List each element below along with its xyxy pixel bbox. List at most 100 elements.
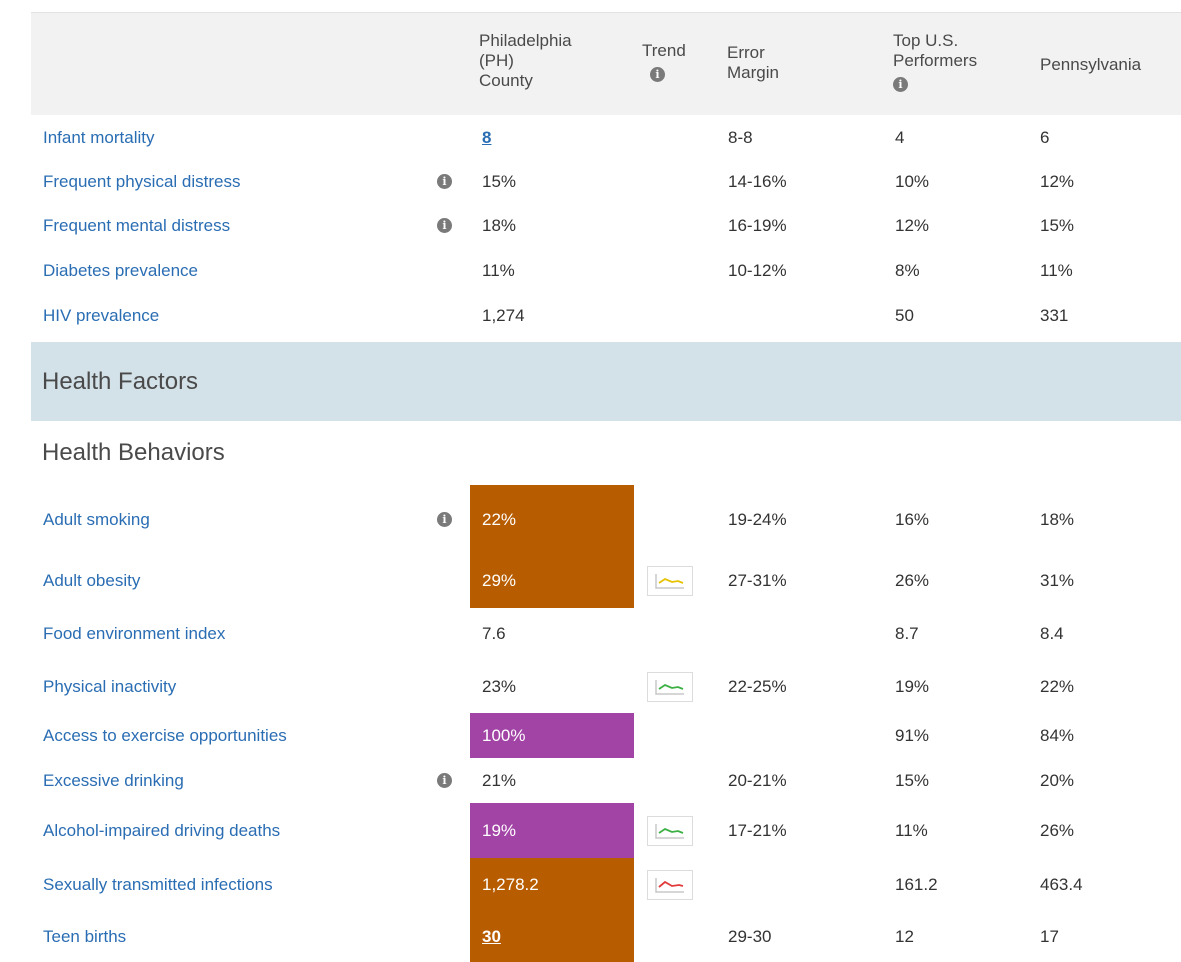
- county-value: 100%: [470, 713, 634, 758]
- measure-link[interactable]: Infant mortality: [43, 115, 155, 160]
- error-margin: 17-21%: [728, 820, 787, 840]
- info-icon[interactable]: i: [893, 77, 908, 92]
- top-performers-value: 10%: [895, 171, 930, 191]
- state-value: 8.4: [1040, 624, 1064, 643]
- table-row: Access to exercise opportunities 100% 91% 8…: [31, 713, 1181, 758]
- county-value: 18%: [482, 215, 517, 235]
- measure-link[interactable]: Adult smoking: [43, 485, 150, 554]
- state-value: 20%: [1040, 770, 1075, 790]
- error-margin: 29-30: [728, 926, 772, 946]
- sparkline-icon[interactable]: [647, 869, 693, 900]
- table-row: Adult obesity 29% 27-31% 26% 31%: [31, 554, 1181, 608]
- county-value: 11%: [482, 260, 515, 280]
- header-trend-label: Trend: [642, 41, 686, 60]
- state-value: 26%: [1040, 820, 1075, 840]
- table-row: Sexually transmitted infections 1,278.2 16…: [31, 858, 1181, 911]
- measure-link[interactable]: Excessive drinking: [43, 758, 184, 803]
- measure-link[interactable]: Diabetes prevalence: [43, 248, 198, 293]
- sparkline-icon[interactable]: [647, 671, 693, 702]
- sparkline-icon[interactable]: [647, 815, 693, 846]
- info-slot: i: [437, 159, 452, 204]
- table-row: Diabetes prevalence 11% 10-12% 8% 11%: [31, 248, 1181, 293]
- table-row: Teen births 30 29-30 12 17: [31, 911, 1181, 962]
- measure-link[interactable]: Sexually transmitted infections: [43, 858, 273, 911]
- measure-link[interactable]: Adult obesity: [43, 554, 140, 608]
- error-margin: 10-12%: [728, 260, 787, 280]
- county-value: 7.6: [482, 624, 506, 643]
- county-value: 15%: [482, 171, 517, 191]
- info-icon[interactable]: i: [650, 67, 665, 82]
- table-header: Philadelphia (PH) County Trend i Error M…: [31, 13, 1181, 115]
- county-value: 21%: [482, 770, 517, 790]
- table-row: Physical inactivity 23% 22-25% 19% 22%: [31, 660, 1181, 713]
- header-error-margin: Error Margin: [727, 43, 779, 82]
- error-margin: 19-24%: [728, 509, 787, 529]
- measure-link[interactable]: HIV prevalence: [43, 293, 159, 338]
- state-value: 331: [1040, 305, 1069, 325]
- measure-link[interactable]: Alcohol-impaired driving deaths: [43, 803, 280, 858]
- info-slot: i: [437, 485, 452, 554]
- error-margin: 16-19%: [728, 215, 787, 235]
- info-icon[interactable]: i: [437, 512, 452, 527]
- county-value: 23%: [482, 676, 517, 696]
- county-value: 22%: [470, 485, 634, 554]
- error-margin: 22-25%: [728, 676, 787, 696]
- measure-link[interactable]: Food environment index: [43, 608, 225, 660]
- state-value: 22%: [1040, 676, 1075, 696]
- county-value-link[interactable]: 30: [482, 927, 501, 947]
- state-value: 15%: [1040, 215, 1075, 235]
- info-slot: i: [437, 203, 452, 248]
- header-county: Philadelphia (PH) County: [479, 31, 572, 90]
- measure-link[interactable]: Physical inactivity: [43, 660, 176, 713]
- info-icon[interactable]: i: [437, 174, 452, 189]
- top-performers-value: 50: [895, 305, 914, 325]
- top-performers-value: 16%: [895, 509, 930, 529]
- trend-cell: [647, 803, 693, 858]
- state-value: 6: [1040, 127, 1050, 147]
- county-value: 19%: [470, 803, 634, 858]
- county-value: 1,278.2: [470, 858, 634, 911]
- state-value: 31%: [1040, 571, 1075, 590]
- top-performers-value: 26%: [895, 571, 930, 590]
- top-performers-value: 161.2: [895, 874, 938, 894]
- top-performers-value: 11%: [895, 820, 928, 840]
- error-margin: 20-21%: [728, 770, 787, 790]
- measure-link[interactable]: Frequent mental distress: [43, 203, 230, 248]
- state-value: 17: [1040, 926, 1059, 946]
- county-value-link[interactable]: 8: [482, 128, 491, 148]
- error-margin: 8-8: [728, 127, 753, 147]
- table-row: Frequent mental distress i 18% 16-19% 12% 15%: [31, 203, 1181, 248]
- error-margin: 14-16%: [728, 171, 787, 191]
- info-slot: i: [437, 758, 452, 803]
- top-performers-value: 8%: [895, 260, 920, 280]
- measure-link[interactable]: Teen births: [43, 911, 126, 962]
- sparkline-icon[interactable]: [647, 566, 693, 596]
- county-value[interactable]: 30: [470, 911, 634, 962]
- table-row: Frequent physical distress i 15% 14-16% 10% 1…: [31, 159, 1181, 204]
- info-icon[interactable]: i: [437, 218, 452, 233]
- top-performers-value: 12%: [895, 215, 930, 235]
- table-row: Infant mortality 8 8-8 4 6: [31, 115, 1181, 160]
- header-top-performers: Top U.S. Performers i: [893, 31, 977, 93]
- state-value: 463.4: [1040, 874, 1083, 894]
- top-performers-value: 19%: [895, 676, 930, 696]
- table-row: Food environment index 7.6 8.7 8.4: [31, 608, 1181, 660]
- section-health-factors: Health Factors: [31, 342, 1181, 421]
- info-icon[interactable]: i: [437, 773, 452, 788]
- top-performers-value: 8.7: [895, 624, 919, 643]
- state-value: 12%: [1040, 171, 1075, 191]
- measure-link[interactable]: Frequent physical distress: [43, 159, 240, 204]
- table-row: HIV prevalence 1,274 50 331: [31, 293, 1181, 338]
- county-value[interactable]: 8: [470, 115, 634, 160]
- top-performers-value: 91%: [895, 725, 930, 745]
- top-performers-value: 4: [895, 127, 905, 147]
- county-value: 1,274: [482, 305, 525, 325]
- trend-cell: [647, 858, 693, 911]
- trend-cell: [647, 660, 693, 713]
- state-value: 84%: [1040, 725, 1075, 745]
- table-row: Alcohol-impaired driving deaths 19% 17-21%…: [31, 803, 1181, 858]
- error-margin: 27-31%: [728, 571, 787, 590]
- measure-link[interactable]: Access to exercise opportunities: [43, 713, 287, 758]
- state-value: 11%: [1040, 260, 1073, 280]
- header-trend: Trend i: [642, 41, 686, 83]
